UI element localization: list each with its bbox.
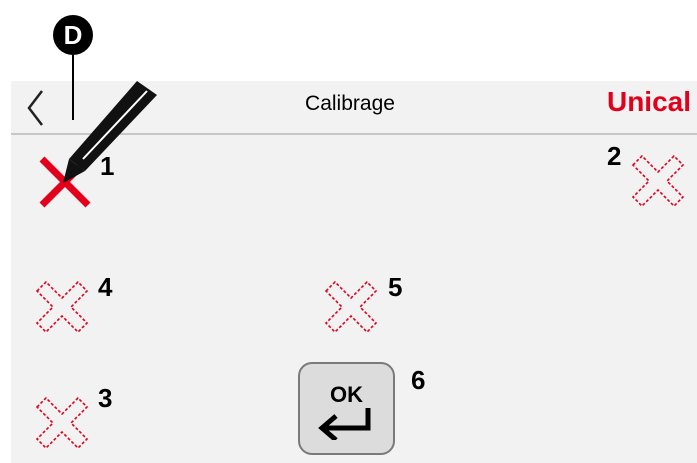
callout-letter: D (63, 20, 83, 50)
ok-step-number: 6 (411, 365, 426, 395)
target-number-3: 3 (98, 383, 113, 413)
target-number-2: 2 (607, 141, 622, 171)
enter-return-icon (318, 408, 371, 440)
target-number-5: 5 (388, 272, 403, 302)
dashed-x-target-icon[interactable] (32, 277, 92, 337)
target-number-4: 4 (98, 272, 113, 302)
ok-button[interactable]: OK (298, 362, 395, 455)
dashed-x-target-icon[interactable] (321, 277, 381, 337)
calibration-figure: Calibrage Unical D 1 2 4 5 3 OK 6 (0, 0, 697, 463)
target-number-1: 1 (100, 151, 115, 181)
dashed-x-target-icon[interactable] (32, 393, 92, 453)
dashed-x-target-icon[interactable] (628, 151, 688, 211)
